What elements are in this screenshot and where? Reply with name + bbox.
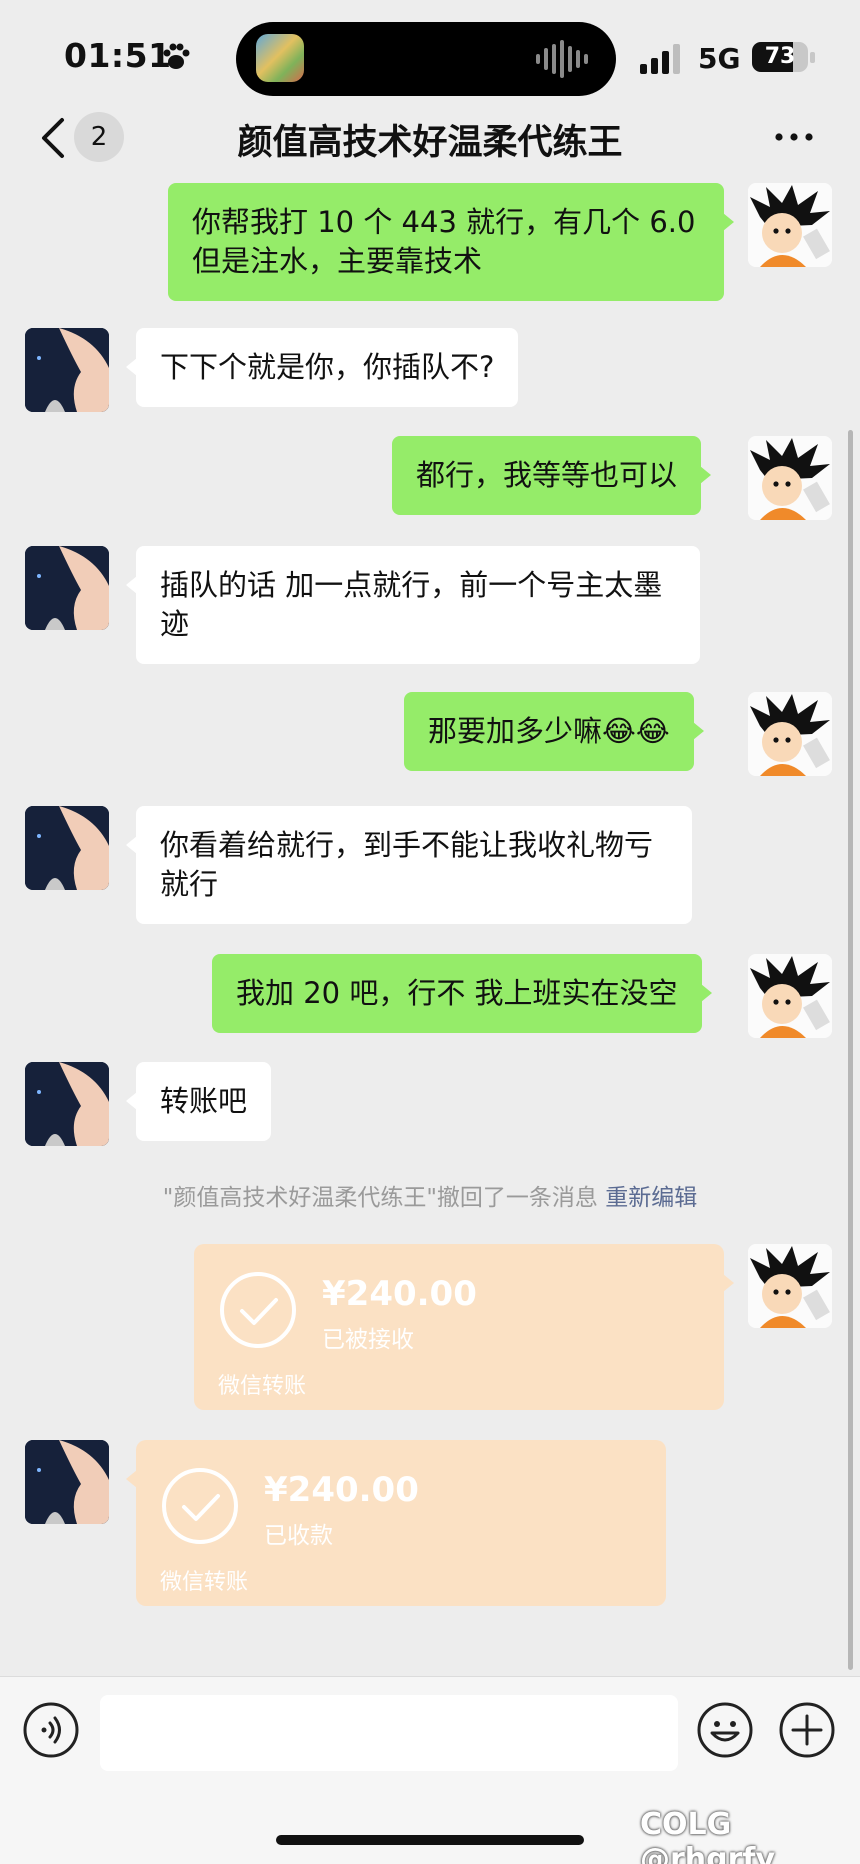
home-indicator[interactable] <box>276 1835 584 1845</box>
emoji-icon[interactable] <box>696 1701 754 1759</box>
message-bubble-sent[interactable]: 你帮我打 10 个 443 就行，有几个 6.0 但是注水，主要靠技术 <box>168 183 734 301</box>
recall-notice-text: "颜值高技术好温柔代练王"撤回了一条消息 <box>162 1185 598 1211</box>
message-bubble-received[interactable]: 插队的话 加一点就行，前一个号主太墨迹 <box>126 546 700 664</box>
check-circle-icon <box>162 1468 238 1544</box>
contact-avatar-icon <box>25 1440 109 1524</box>
transfer-status: 已被接收 <box>322 1327 414 1353</box>
message-bubble-sent[interactable]: 都行，我等等也可以 <box>392 436 712 515</box>
input-bar: COLG @rhgrfv <box>0 1676 860 1864</box>
transfer-label: 微信转账 <box>160 1570 249 1595</box>
status-bar: 01:51 5G 73 <box>0 0 860 110</box>
paw-icon <box>163 43 190 69</box>
dynamic-island[interactable] <box>236 22 616 96</box>
battery-percent: 73 <box>764 44 796 69</box>
audio-waveform-icon <box>536 40 588 78</box>
goku-avatar-icon <box>748 436 832 520</box>
message-bubble-received[interactable]: 你看着给就行，到手不能让我收礼物亏就行 <box>126 806 692 924</box>
avatar-contact[interactable] <box>25 806 109 890</box>
contact-avatar-icon <box>25 546 109 630</box>
avatar-contact[interactable] <box>25 546 109 630</box>
message-bubble-received[interactable]: 转账吧 <box>125 1062 272 1141</box>
transfer-label: 微信转账 <box>218 1374 307 1399</box>
message-bubble-received[interactable]: 下下个就是你，你插队不? <box>125 328 519 407</box>
voice-input-icon[interactable] <box>22 1701 80 1759</box>
avatar-contact[interactable] <box>25 1062 109 1146</box>
re-edit-link[interactable]: 重新编辑 <box>605 1185 697 1211</box>
recall-notice: "颜值高技术好温柔代练王"撤回了一条消息 重新编辑 <box>0 1178 860 1212</box>
plus-icon[interactable] <box>778 1701 836 1759</box>
avatar-me[interactable] <box>748 183 832 267</box>
signal-icon <box>640 44 680 74</box>
battery-icon: 73 <box>752 42 816 72</box>
watermark: COLG @rhgrfv <box>640 1807 776 1864</box>
transfer-status: 已收款 <box>264 1523 333 1549</box>
avatar-me[interactable] <box>748 692 832 776</box>
chat-title: 颜值高技术好温柔代练王 <box>237 123 623 163</box>
transfer-amount: ¥240.00 <box>322 1274 477 1314</box>
goku-avatar-icon <box>748 954 832 1038</box>
live-activity-app-icon[interactable] <box>256 34 304 82</box>
message-bubble-sent[interactable]: 那要加多少嘛😂😂 <box>404 692 704 771</box>
contact-avatar-icon <box>25 328 109 412</box>
goku-avatar-icon <box>748 183 832 267</box>
avatar-me[interactable] <box>748 436 832 520</box>
contact-avatar-icon <box>25 806 109 890</box>
more-options-icon[interactable] <box>774 128 814 146</box>
message-input[interactable] <box>100 1695 678 1771</box>
avatar-contact[interactable] <box>25 1440 109 1524</box>
unread-count-badge[interactable]: 2 <box>74 112 124 162</box>
network-type: 5G <box>698 42 741 75</box>
contact-avatar-icon <box>25 1062 109 1146</box>
chat-scrollbar[interactable] <box>848 430 853 1670</box>
avatar-me[interactable] <box>748 954 832 1038</box>
avatar-contact[interactable] <box>25 328 109 412</box>
transfer-card-received[interactable]: ¥240.00 已收款 微信转账 <box>126 1440 666 1606</box>
back-chevron-icon[interactable] <box>36 116 72 160</box>
transfer-amount: ¥240.00 <box>264 1470 419 1510</box>
goku-avatar-icon <box>748 692 832 776</box>
status-time: 01:51 <box>64 36 172 75</box>
check-circle-icon <box>220 1272 296 1348</box>
avatar-me[interactable] <box>748 1244 832 1328</box>
message-bubble-sent[interactable]: 我加 20 吧，行不 我上班实在没空 <box>212 954 712 1033</box>
transfer-card-sent[interactable]: ¥240.00 已被接收 微信转账 <box>194 1244 734 1410</box>
goku-avatar-icon <box>748 1244 832 1328</box>
